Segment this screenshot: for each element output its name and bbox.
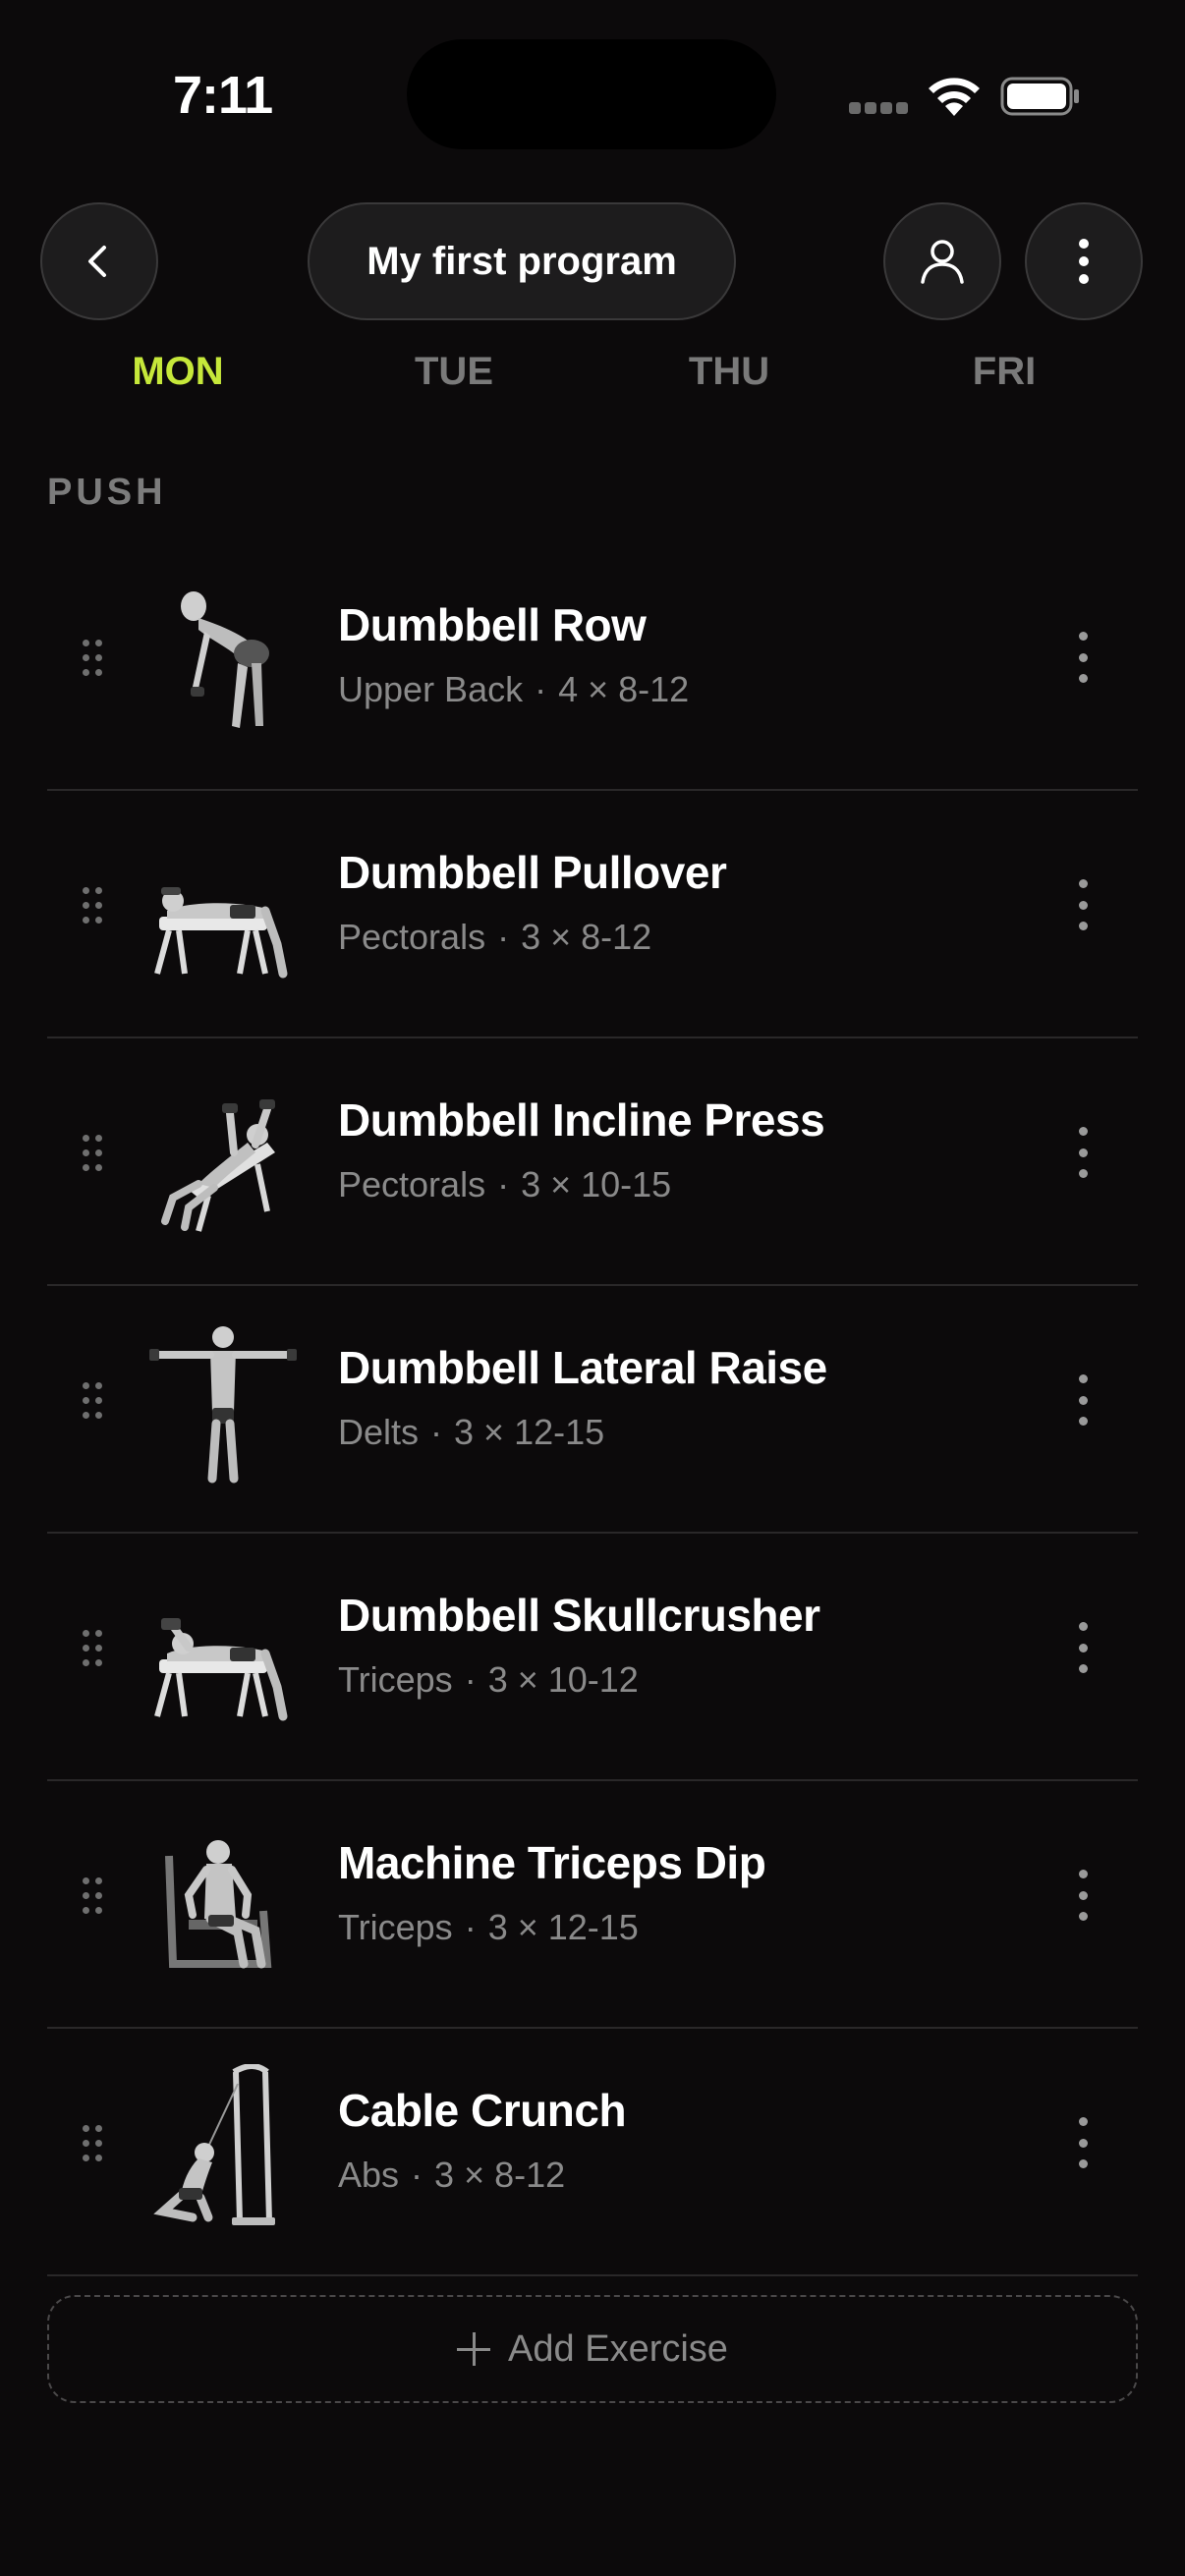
row-more-icon[interactable] — [1063, 1864, 1102, 1927]
exercise-muscle: Upper Back — [338, 669, 524, 709]
exercise-details: Pectorals · 3 × 8-12 — [338, 917, 652, 957]
chevron-left-icon — [88, 246, 106, 277]
exercise-sets-reps: 3 × 12-15 — [454, 1412, 605, 1452]
section-label: PUSH — [47, 472, 167, 513]
exercise-sets-reps: 3 × 12-15 — [487, 1907, 639, 1947]
exercise-row[interactable]: Dumbbell Skullcrusher Triceps · 3 × 10-12 — [47, 1534, 1138, 1781]
row-more-icon[interactable] — [1063, 2111, 1102, 2174]
exercise-thumbnail — [149, 1326, 297, 1484]
status-time: 7:11 — [173, 66, 273, 125]
person-icon — [921, 240, 964, 284]
exercise-sets-reps: 3 × 10-15 — [521, 1164, 672, 1204]
back-button[interactable] — [40, 202, 158, 320]
tab-tue[interactable]: TUE — [356, 350, 552, 394]
exercise-sets-reps: 4 × 8-12 — [558, 669, 690, 709]
exercise-row[interactable]: Cable Crunch Abs · 3 × 8-12 — [47, 2029, 1138, 2276]
exercise-row[interactable]: Dumbbell Incline Press Pectorals · 3 × 10-… — [47, 1038, 1138, 1286]
exercise-muscle: Pectorals — [338, 917, 486, 957]
exercise-details: Pectorals · 3 × 10-15 — [338, 1164, 672, 1204]
drag-handle-icon[interactable] — [81, 1380, 104, 1424]
row-more-icon[interactable] — [1063, 1121, 1102, 1184]
exercise-name: Cable Crunch — [338, 2085, 627, 2136]
row-more-icon[interactable] — [1063, 873, 1102, 936]
vertical-ellipsis-icon — [1079, 239, 1089, 284]
exercise-details: Triceps · 3 × 12-15 — [338, 1907, 639, 1947]
more-options-button[interactable] — [1025, 202, 1143, 320]
drag-handle-icon[interactable] — [81, 1628, 104, 1671]
exercise-muscle: Triceps — [338, 1659, 453, 1700]
exercise-details: Upper Back · 4 × 8-12 — [338, 669, 690, 709]
exercise-row[interactable]: Dumbbell Row Upper Back · 4 × 8-12 — [47, 543, 1138, 791]
tab-thu[interactable]: THU — [631, 350, 827, 394]
dynamic-island — [407, 39, 776, 149]
drag-handle-icon[interactable] — [81, 638, 104, 681]
plus-icon — [457, 2332, 491, 2366]
header: My first program — [0, 202, 1185, 324]
exercise-list: Dumbbell Row Upper Back · 4 × 8-12 Dumbbel… — [47, 543, 1138, 2276]
status-bar: 7:11 — [0, 0, 1185, 196]
exercise-sets-reps: 3 × 8-12 — [434, 2155, 566, 2195]
drag-handle-icon[interactable] — [81, 1133, 104, 1176]
exercise-muscle: Abs — [338, 2155, 400, 2195]
exercise-name: Dumbbell Skullcrusher — [338, 1590, 820, 1641]
exercise-name: Dumbbell Incline Press — [338, 1094, 825, 1146]
row-more-icon[interactable] — [1063, 1616, 1102, 1679]
row-more-icon[interactable] — [1063, 1369, 1102, 1431]
program-title-button[interactable]: My first program — [308, 202, 736, 320]
profile-button[interactable] — [883, 202, 1001, 320]
exercise-thumbnail — [165, 1840, 272, 1969]
drag-handle-icon[interactable] — [81, 1876, 104, 1919]
exercise-row[interactable]: Machine Triceps Dip Triceps · 3 × 12-15 — [47, 1781, 1138, 2029]
exercise-name: Machine Triceps Dip — [338, 1837, 766, 1888]
exercise-thumbnail — [154, 887, 288, 979]
exercise-details: Abs · 3 × 8-12 — [338, 2155, 566, 2195]
exercise-thumbnail — [153, 2064, 275, 2225]
wifi-icon — [929, 78, 980, 116]
add-exercise-button[interactable]: Add Exercise — [47, 2295, 1138, 2403]
drag-handle-icon[interactable] — [81, 2123, 104, 2166]
tab-mon[interactable]: MON — [80, 350, 276, 394]
add-exercise-label: Add Exercise — [508, 2327, 728, 2370]
tab-fri[interactable]: FRI — [906, 350, 1102, 394]
row-more-icon[interactable] — [1063, 626, 1102, 689]
battery-icon — [1000, 77, 1079, 116]
exercise-muscle: Delts — [338, 1412, 420, 1452]
exercise-details: Delts · 3 × 12-15 — [338, 1412, 605, 1452]
exercise-sets-reps: 3 × 8-12 — [521, 917, 652, 957]
day-tabs: MON TUE THU FRI — [0, 350, 1185, 409]
exercise-name: Dumbbell Pullover — [338, 847, 727, 898]
exercise-muscle: Pectorals — [338, 1164, 486, 1204]
exercise-details: Triceps · 3 × 10-12 — [338, 1659, 639, 1700]
drag-handle-icon[interactable] — [81, 885, 104, 928]
exercise-thumbnail — [181, 591, 269, 728]
exercise-muscle: Triceps — [338, 1907, 453, 1947]
exercise-sets-reps: 3 × 10-12 — [487, 1659, 639, 1700]
cellular-signal-icon — [849, 102, 908, 116]
exercise-name: Dumbbell Lateral Raise — [338, 1342, 827, 1393]
exercise-row[interactable]: Dumbbell Lateral Raise Delts · 3 × 12-15 — [47, 1286, 1138, 1534]
exercise-name: Dumbbell Row — [338, 599, 647, 650]
exercise-thumbnail — [161, 1099, 275, 1232]
exercise-thumbnail — [154, 1618, 288, 1721]
exercise-row[interactable]: Dumbbell Pullover Pectorals · 3 × 8-12 — [47, 791, 1138, 1038]
